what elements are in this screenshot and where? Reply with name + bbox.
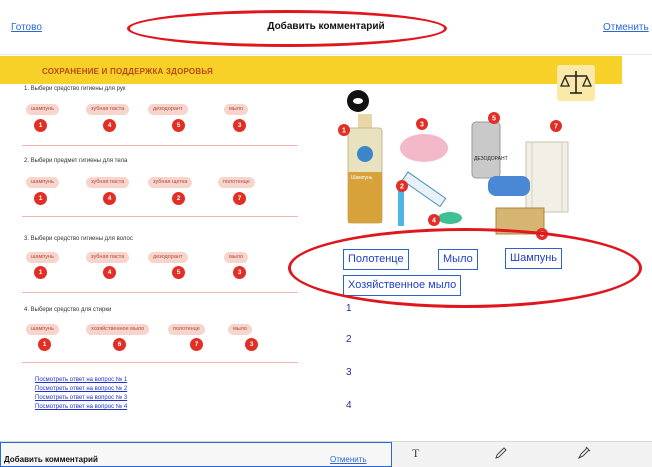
chips-highlight-ellipse	[288, 228, 642, 308]
side-number: 4	[346, 400, 352, 411]
option-pill[interactable]: хозяйственное мыло	[86, 324, 150, 335]
side-number: 3	[346, 367, 352, 378]
number-badge: 1	[34, 266, 47, 279]
number-badge: 4	[103, 266, 116, 279]
image-badge: 2	[400, 184, 404, 191]
image-badge: 1	[342, 128, 346, 135]
option-pill[interactable]: шампунь	[26, 104, 59, 115]
number-badge: 7	[233, 192, 246, 205]
shampoo-label: Шампунь	[351, 175, 373, 181]
option-pill[interactable]: дезодорант	[148, 104, 188, 115]
divider	[22, 362, 298, 363]
divider	[22, 292, 298, 293]
number-badge: 4	[103, 192, 116, 205]
number-badge: 5	[172, 266, 185, 279]
deodorant-label: ДЕЗОДОРАНТ	[474, 156, 508, 162]
eye-icon[interactable]	[347, 90, 369, 112]
answer-link-1[interactable]: Посмотреть ответ на вопрос № 1	[35, 377, 127, 383]
question-2-text: 2. Выбери предмет гигиены для тела	[24, 158, 128, 164]
number-badge: 1	[34, 119, 47, 132]
comment-cancel-button[interactable]: Отменить	[330, 455, 367, 464]
cancel-button[interactable]: Отменить	[603, 22, 649, 33]
option-pill[interactable]: мыло	[228, 324, 253, 335]
option-pill[interactable]: шампунь	[26, 177, 59, 188]
image-badge: 4	[432, 218, 436, 225]
answer-link-4[interactable]: Посмотреть ответ на вопрос № 4	[35, 404, 127, 410]
scale-icon	[557, 65, 595, 101]
number-badge: 2	[172, 192, 185, 205]
image-badge: 5	[492, 116, 496, 123]
answer-link-2[interactable]: Посмотреть ответ на вопрос № 2	[35, 386, 127, 392]
pencil-icon[interactable]	[494, 446, 508, 463]
image-badge: 3	[420, 122, 424, 129]
option-pill[interactable]: зубная паста	[86, 177, 130, 188]
number-badge: 1	[34, 192, 47, 205]
number-badge: 6	[113, 338, 126, 351]
option-pill[interactable]: зубная паста	[86, 104, 130, 115]
comment-panel-title: Добавить комментарий	[4, 455, 98, 464]
number-badge: 1	[38, 338, 51, 351]
option-pill[interactable]: шампунь	[26, 252, 59, 263]
option-pill[interactable]: мыло	[224, 252, 249, 263]
number-badge: 3	[233, 266, 246, 279]
option-pill[interactable]: полотенце	[218, 177, 255, 188]
number-badge: 4	[103, 119, 116, 132]
question-3-text: 3. Выбери средство гигиены для волос	[24, 236, 133, 242]
question-4-text: 4. Выбери средство для стирки	[24, 307, 112, 313]
number-badge: 7	[190, 338, 203, 351]
divider	[22, 145, 298, 146]
text-tool-icon[interactable]: T	[412, 446, 419, 461]
question-1-text: 1. Выбери средство гигиены для рук	[24, 86, 126, 92]
answer-link-3[interactable]: Посмотреть ответ на вопрос № 3	[35, 395, 127, 401]
option-pill[interactable]: мыло	[224, 104, 249, 115]
option-pill[interactable]: зубная паста	[86, 252, 130, 263]
option-pill[interactable]: шампунь	[26, 324, 59, 335]
worksheet-title: СОХРАНЕНИЕ И ПОДДЕРЖКА ЗДОРОВЬЯ	[42, 67, 213, 76]
side-number: 2	[346, 334, 352, 345]
number-badge: 3	[233, 119, 246, 132]
pen-icon[interactable]	[577, 446, 591, 463]
hygiene-items-image: Шампунь ДЕЗОДОРАНТ 1 2 3 4 5 6 7	[338, 112, 569, 240]
image-badge: 7	[554, 124, 558, 131]
option-pill[interactable]: полотенце	[168, 324, 205, 335]
option-pill[interactable]: зубная щетка	[148, 177, 193, 188]
title-highlight-ellipse	[127, 10, 447, 47]
number-badge: 5	[172, 119, 185, 132]
number-badge: 3	[245, 338, 258, 351]
option-pill[interactable]: дезодорант	[148, 252, 188, 263]
side-number: 1	[346, 303, 352, 314]
divider	[22, 216, 298, 217]
